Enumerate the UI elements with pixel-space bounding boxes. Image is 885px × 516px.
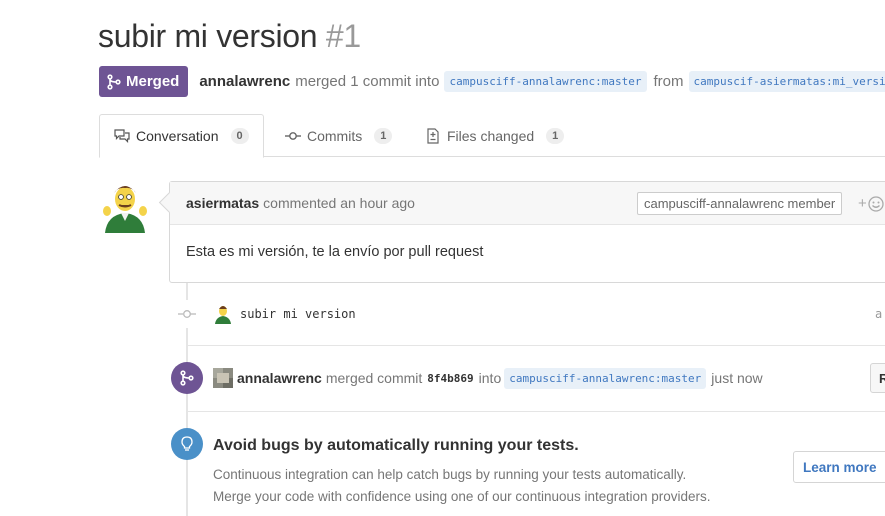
timeline-divider-2	[186, 411, 885, 412]
commit-date: a	[875, 307, 883, 321]
pr-meta: Merged annalawrenc merged 1 commit into …	[99, 66, 885, 97]
commit-row: subir mi version a	[176, 300, 885, 328]
ci-description: Continuous integration can help catch bu…	[213, 464, 711, 508]
light-bulb-icon	[181, 436, 193, 451]
file-diff-icon	[427, 127, 439, 144]
merge-event: annalawrenc merged commit 8f4b869 into c…	[171, 362, 885, 394]
tab-files-changed[interactable]: Files changed 1	[411, 114, 578, 157]
from-text: from	[653, 73, 684, 90]
pr-number: #1	[325, 18, 361, 54]
git-commit-small-icon	[178, 310, 196, 318]
base-branch[interactable]: campusciff-annalawrenc:master	[444, 71, 647, 92]
ci-line-1: Continuous integration can help catch bu…	[213, 467, 687, 482]
ci-line-2: Merge your code with confidence using on…	[213, 489, 711, 504]
tab-files-label: Files changed	[447, 127, 535, 144]
git-merge-icon	[180, 370, 194, 386]
commit-sha-link[interactable]: 8f4b869	[427, 372, 473, 385]
revert-button[interactable]: R	[870, 363, 885, 393]
merged-text: merged 1 commit into	[295, 73, 440, 90]
commit-message-link[interactable]: subir mi version	[240, 307, 356, 321]
smiley-icon	[868, 195, 884, 212]
merge-target-branch[interactable]: campusciff-annalawrenc:master	[504, 367, 707, 389]
tab-commits-label: Commits	[307, 127, 363, 144]
merger-avatar[interactable]	[213, 368, 233, 388]
git-commit-icon	[285, 131, 301, 140]
tab-files-count: 1	[546, 127, 565, 144]
pr-title-text: subir mi version	[98, 18, 318, 54]
commenter-avatar[interactable]	[99, 181, 151, 233]
comment-meta[interactable]: commented an hour ago	[263, 195, 415, 211]
tab-commits-count: 1	[374, 127, 393, 144]
ci-badge	[171, 428, 203, 460]
comment-box: asiermatas commented an hour ago campusc…	[169, 181, 885, 283]
state-label: Merged	[126, 73, 180, 90]
comment-header: asiermatas commented an hour ago campusc…	[170, 182, 885, 225]
commit-dot	[176, 300, 198, 328]
merged-state-badge: Merged	[99, 66, 189, 97]
timeline-divider	[186, 345, 885, 346]
comment-author[interactable]: asiermatas	[186, 195, 259, 211]
commit-author-avatar[interactable]	[213, 304, 233, 324]
merge-event-badge	[171, 362, 203, 394]
merge-author-link[interactable]: annalawrenc	[237, 370, 322, 386]
pull-request-page: subir mi version #1 Merged annalawrenc m…	[0, 0, 885, 516]
merge-text: merged commit	[325, 370, 423, 386]
head-branch[interactable]: campuscif-asiermatas:mi_version	[688, 71, 885, 92]
add-reaction-button[interactable]: +	[858, 195, 884, 212]
learn-more-button[interactable]: Learn more	[793, 451, 885, 483]
reaction-plus: +	[858, 195, 867, 212]
pr-author-link[interactable]: annalawrenc	[199, 73, 290, 90]
comment-discussion-icon	[114, 129, 130, 143]
into-text: into	[478, 370, 502, 386]
git-merge-icon	[107, 73, 121, 90]
tab-conversation-count: 0	[230, 128, 249, 144]
ci-title: Avoid bugs by automatically running your…	[213, 437, 579, 454]
comment-body: Esta es mi versión, te la envío por pull…	[186, 244, 484, 260]
pr-title: subir mi version #1	[98, 18, 361, 55]
tab-conversation[interactable]: Conversation 0	[99, 114, 264, 158]
member-label: campusciff-annalawrenc member	[637, 192, 843, 215]
tab-conversation-label: Conversation	[136, 128, 219, 144]
tab-commits[interactable]: Commits 1	[271, 114, 406, 157]
merge-time: just now	[711, 370, 763, 386]
pr-tabs: Conversation 0 Commits 1 Files changed 1	[99, 114, 885, 158]
